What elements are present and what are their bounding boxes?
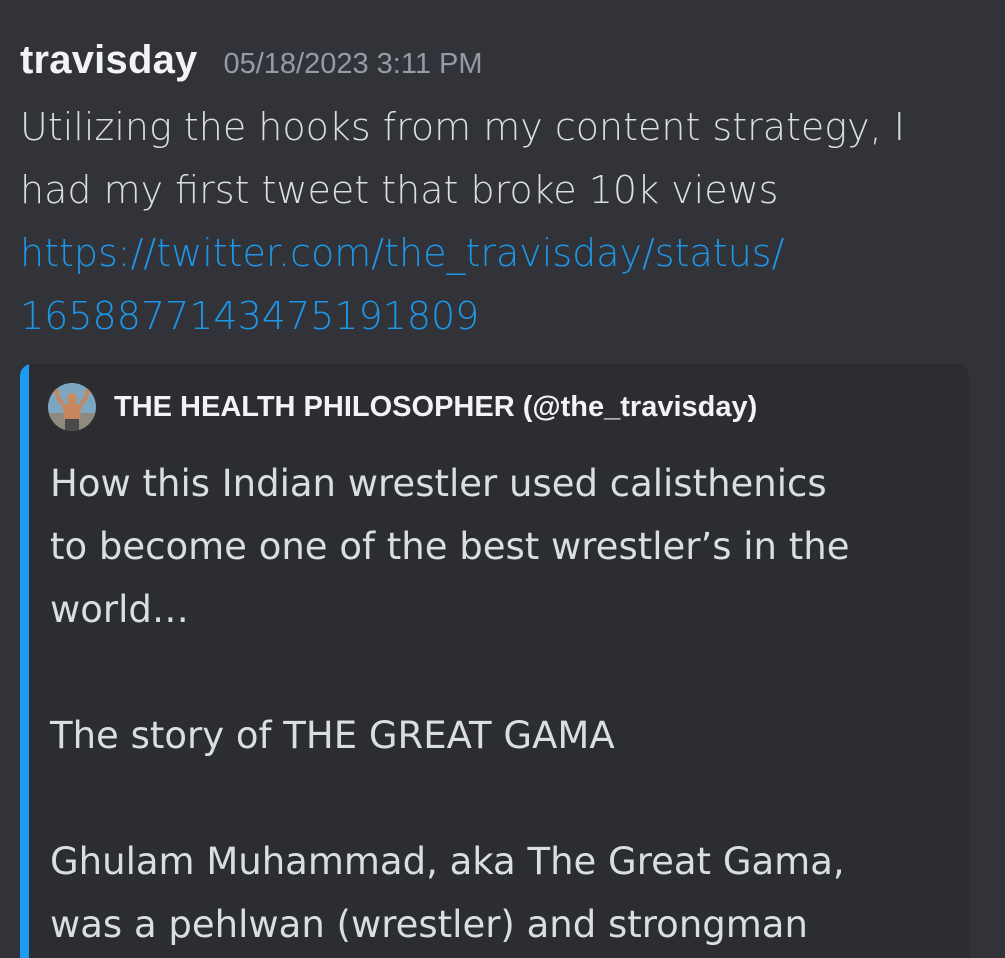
tweet-embed: THE HEALTH PHILOSOPHER (@the_travisday) … xyxy=(20,364,969,958)
message-text-line: had my first tweet that broke 10k views xyxy=(20,168,779,212)
tweet-link-line[interactable]: https://twitter.com/the_travisday/status… xyxy=(20,222,980,285)
message-content: Utilizing the hooks from my content stra… xyxy=(20,96,980,348)
embed-text-line: The story of THE GREAT GAMA xyxy=(50,714,615,757)
message-header: travisday 05/18/2023 3:11 PM xyxy=(20,38,483,94)
author-avatar[interactable] xyxy=(48,383,96,431)
embed-accent-bar xyxy=(20,364,29,958)
username[interactable]: travisday xyxy=(20,38,197,83)
chat-message: travisday 05/18/2023 3:11 PM Utilizing t… xyxy=(0,0,1005,958)
embed-text-line: Ghulam Muhammad, aka The Great Gama, xyxy=(50,840,845,883)
embed-description: How this Indian wrestler used calistheni… xyxy=(50,452,950,956)
embed-blank-line xyxy=(50,767,950,830)
embed-text-line: world… xyxy=(50,588,189,631)
tweet-link[interactable]: https://twitter.com/the_travisday/status… xyxy=(20,222,980,348)
tweet-link-line[interactable]: 1658877143475191809 xyxy=(20,285,980,348)
embed-blank-line xyxy=(50,641,950,704)
message-text-line: Utilizing the hooks from my content stra… xyxy=(20,105,905,149)
embed-text-line: How this Indian wrestler used calistheni… xyxy=(50,462,827,505)
embed-text-line: to become one of the best wrestler’s in … xyxy=(50,525,850,568)
embed-text-line: was a pehlwan (wrestler) and strongman xyxy=(50,903,808,946)
author-avatar-image xyxy=(48,383,96,431)
timestamp[interactable]: 05/18/2023 3:11 PM xyxy=(223,48,482,81)
embed-author[interactable]: THE HEALTH PHILOSOPHER (@the_travisday) xyxy=(48,382,757,432)
embed-author-name[interactable]: THE HEALTH PHILOSOPHER (@the_travisday) xyxy=(114,391,757,424)
